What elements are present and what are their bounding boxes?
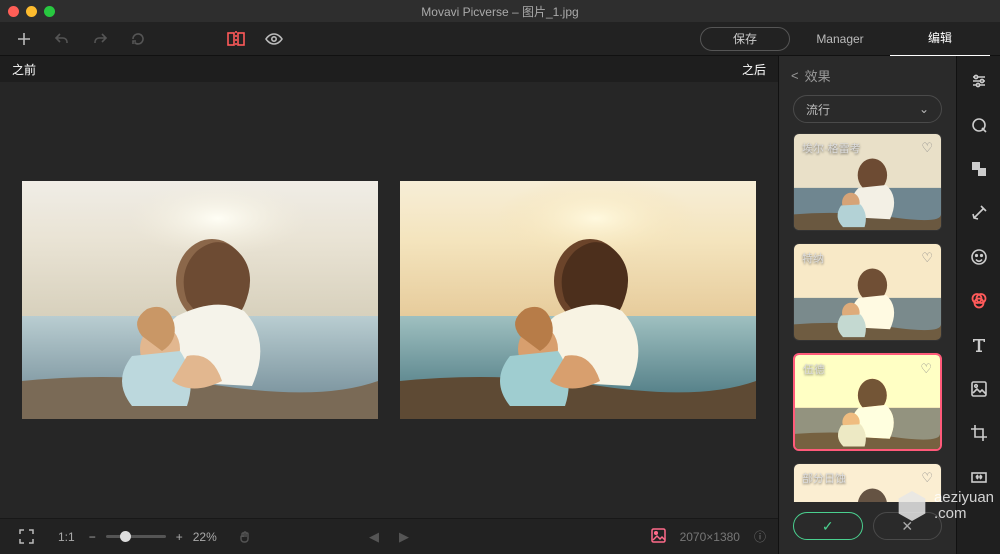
effect-preset-label: 埃尔·格雷考 <box>802 140 861 156</box>
window-title: Movavi Picverse – 图片_1.jpg <box>421 3 578 20</box>
chevron-down-icon: ⌄ <box>919 102 929 116</box>
next-image-button[interactable]: ▶ <box>399 529 409 545</box>
canvas-area: 之前 之后 <box>0 56 778 554</box>
maximize-window-icon[interactable] <box>44 6 55 17</box>
image-thumb-icon[interactable] <box>651 528 666 546</box>
text-tool-icon[interactable] <box>968 334 990 356</box>
before-label: 之前 <box>0 56 389 82</box>
watermark: aeziyuan .com <box>892 486 994 526</box>
resize-tool-icon[interactable] <box>968 466 990 488</box>
reset-button[interactable] <box>124 25 152 53</box>
prev-image-button[interactable]: ◀ <box>369 529 379 545</box>
close-window-icon[interactable] <box>8 6 19 17</box>
effect-preset-card[interactable]: 特纳 ♡ <box>793 243 942 341</box>
save-button[interactable]: 保存 <box>700 27 790 51</box>
tab-manager[interactable]: Manager <box>790 22 890 56</box>
pan-hand-button[interactable] <box>231 523 259 551</box>
zoom-slider[interactable] <box>106 535 166 538</box>
effects-tool-icon[interactable] <box>968 290 990 312</box>
add-button[interactable] <box>10 25 38 53</box>
effect-preset-label: 特纳 <box>802 250 824 266</box>
after-label: 之后 <box>389 56 778 82</box>
compare-view-button[interactable] <box>222 25 250 53</box>
effect-preset-card[interactable]: 埃尔·格雷考 ♡ <box>793 133 942 231</box>
top-toolbar: 保存 Manager 编辑 <box>0 22 1000 56</box>
effect-preset-label: 部分日蚀 <box>802 470 846 486</box>
fit-screen-button[interactable] <box>12 523 40 551</box>
emoji-tool-icon[interactable] <box>968 246 990 268</box>
zoom-ratio[interactable]: 1:1 <box>58 530 75 544</box>
preview-eye-button[interactable] <box>260 25 288 53</box>
effect-preset-label: 伍德 <box>803 361 825 377</box>
favorite-icon[interactable]: ♡ <box>921 470 933 486</box>
effects-category-dropdown[interactable]: 流行 ⌄ <box>793 95 942 123</box>
crop-tool-icon[interactable] <box>968 422 990 444</box>
retouch-tool-icon[interactable] <box>968 202 990 224</box>
right-toolbar <box>956 56 1000 554</box>
undo-button[interactable] <box>48 25 76 53</box>
apply-effect-button[interactable]: ✓ <box>793 512 863 540</box>
effects-back-icon[interactable]: < <box>791 68 799 83</box>
canvas-footer: 1:1 − + 22% ◀ ▶ 2070×1380 ⓘ <box>0 518 778 554</box>
erase-tool-icon[interactable] <box>968 158 990 180</box>
tab-editor[interactable]: 编辑 <box>890 21 990 56</box>
zoom-percent: 22% <box>193 530 217 544</box>
select-tool-icon[interactable] <box>968 114 990 136</box>
effects-panel: < 效果 流行 ⌄ 埃尔·格雷考 ♡ 特纳 ♡ <box>778 56 956 554</box>
image-dimensions: 2070×1380 <box>680 530 740 544</box>
before-image <box>22 181 378 419</box>
redo-button[interactable] <box>86 25 114 53</box>
image-tool-icon[interactable] <box>968 378 990 400</box>
adjust-tool-icon[interactable] <box>968 70 990 92</box>
effects-title: 效果 <box>805 66 831 85</box>
minimize-window-icon[interactable] <box>26 6 37 17</box>
window-titlebar: Movavi Picverse – 图片_1.jpg <box>0 0 1000 22</box>
favorite-icon[interactable]: ♡ <box>920 361 932 377</box>
effects-category-label: 流行 <box>806 101 830 118</box>
effect-preset-card[interactable]: 伍德 ♡ <box>793 353 942 451</box>
favorite-icon[interactable]: ♡ <box>921 250 933 266</box>
zoom-in-button[interactable]: + <box>176 530 183 544</box>
favorite-icon[interactable]: ♡ <box>921 140 933 156</box>
info-icon[interactable]: ⓘ <box>754 528 766 545</box>
zoom-out-button[interactable]: − <box>89 530 96 544</box>
after-image <box>400 181 756 419</box>
